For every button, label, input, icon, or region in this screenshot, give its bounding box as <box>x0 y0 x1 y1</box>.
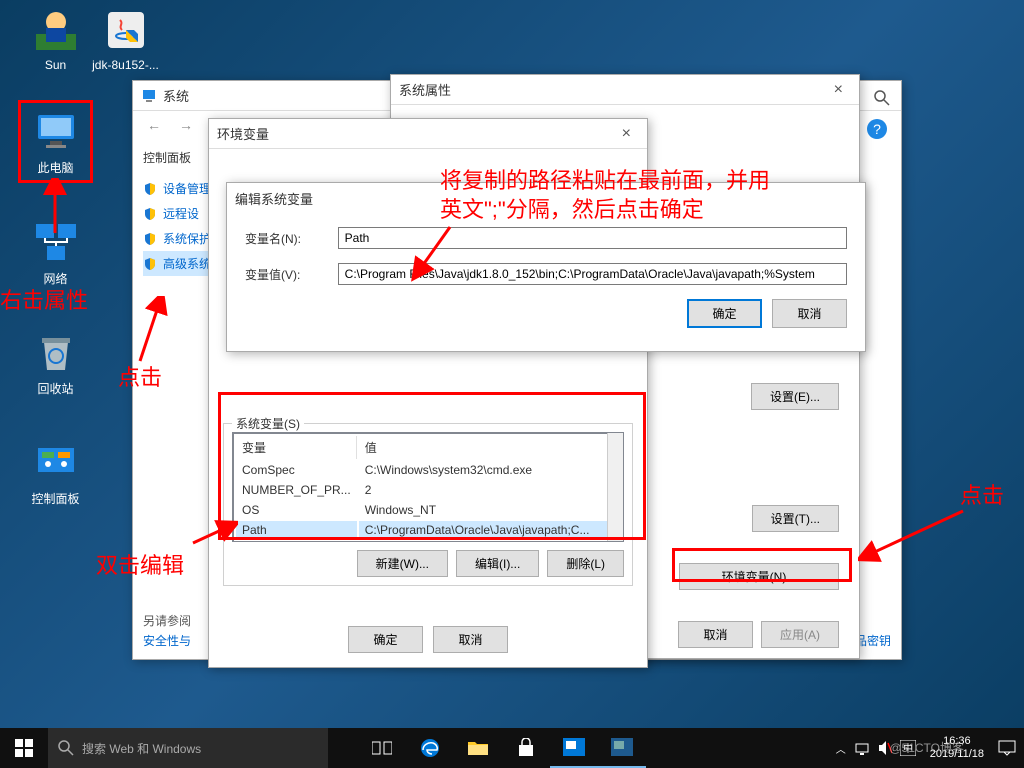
desktop-icon-label: 回收站 <box>37 382 73 396</box>
system-vars-group: 系统变量(S) 变量值 ComSpecC:\Windows\system32\c… <box>223 423 633 586</box>
start-button[interactable] <box>0 728 48 768</box>
desktop-icon-recycle[interactable]: 回收站 <box>18 328 93 397</box>
shield-icon <box>143 182 157 196</box>
settings-t-button[interactable]: 设置(T)... <box>752 505 839 532</box>
desktop-icon-network[interactable]: 网络 <box>18 218 93 287</box>
desktop-icon-label: 网络 <box>43 272 67 286</box>
desktop-icon-label: jdk-8u152-... <box>92 58 159 72</box>
forward-arrow-icon[interactable]: → <box>173 115 199 135</box>
app-button-2[interactable] <box>598 728 646 768</box>
table-row[interactable]: OSWindows_NT <box>236 501 620 519</box>
taskbar: 搜索 Web 和 Windows ︿ 中 16:36 2019/11/18 <box>0 728 1024 768</box>
new-var-button[interactable]: 新建(W)... <box>357 550 448 577</box>
windows-icon <box>15 739 33 757</box>
system-icon <box>141 88 157 104</box>
shield-icon <box>143 257 157 271</box>
settings-e-button[interactable]: 设置(E)... <box>751 383 839 410</box>
edit-var-title: 编辑系统变量 <box>235 189 313 208</box>
app-button[interactable] <box>550 728 598 768</box>
table-row-path[interactable]: PathC:\ProgramData\Oracle\Java\javapath;… <box>236 521 620 539</box>
desktop-icon-control-panel[interactable]: 控制面板 <box>18 438 93 507</box>
task-view-button[interactable] <box>358 728 406 768</box>
desktop-icon-label: 控制面板 <box>31 492 79 506</box>
product-key-link[interactable]: 品密钥 <box>855 632 891 649</box>
back-arrow-icon[interactable]: ← <box>141 115 167 135</box>
edge-button[interactable] <box>406 728 454 768</box>
env-vars-button[interactable]: 环境变量(N)... <box>679 563 839 590</box>
scrollbar[interactable] <box>607 433 623 541</box>
annotation-right-click: 右击属性 <box>0 283 88 315</box>
watermark: @51CTO博客 <box>889 739 964 756</box>
table-header: 变量值 <box>236 436 620 459</box>
desktop-icon-label: 此电脑 <box>37 161 73 175</box>
env-vars-titlebar[interactable]: 环境变量 × <box>209 119 647 149</box>
taskbar-apps <box>358 728 646 768</box>
edit-var-titlebar[interactable]: 编辑系统变量 <box>227 183 865 213</box>
system-vars-table[interactable]: 变量值 ComSpecC:\Windows\system32\cmd.exe N… <box>232 432 624 542</box>
edit-var-dialog: 编辑系统变量 变量名(N): 变量值(V): 确定 取消 <box>226 182 866 352</box>
recycle-bin-icon <box>32 328 80 376</box>
close-icon[interactable]: × <box>614 125 639 143</box>
control-panel-icon <box>32 438 80 486</box>
tray-chevron-icon[interactable]: ︿ <box>836 741 846 756</box>
annotation-click2: 点击 <box>960 478 1004 510</box>
table-row[interactable]: PATHEXT.COM;.EXE;.BAT;.CMD;.VBS;.VBE;.JS… <box>236 541 620 542</box>
edit-cancel-button[interactable]: 取消 <box>772 299 847 328</box>
sys-props-apply-button: 应用(A) <box>761 621 839 648</box>
var-value-input[interactable] <box>338 263 847 285</box>
notifications-icon[interactable] <box>998 740 1016 756</box>
search-icon <box>58 740 74 756</box>
edit-ok-button[interactable]: 确定 <box>687 299 762 328</box>
delete-var-button[interactable]: 删除(L) <box>547 550 624 577</box>
shield-icon <box>143 232 157 246</box>
user-icon <box>32 6 80 54</box>
env-vars-title: 环境变量 <box>217 124 269 143</box>
computer-icon <box>32 107 80 155</box>
desktop-icon-jdk[interactable]: jdk-8u152-... <box>88 6 163 72</box>
var-name-label: 变量名(N): <box>245 230 338 247</box>
security-link[interactable]: 安全性与 <box>143 632 191 649</box>
var-name-input[interactable] <box>338 227 847 249</box>
system-window-title: 系统 <box>163 86 189 105</box>
shield-icon <box>143 207 157 221</box>
edit-var-button[interactable]: 编辑(I)... <box>456 550 539 577</box>
network-icon <box>32 218 80 266</box>
java-icon <box>102 6 150 54</box>
env-cancel-button[interactable]: 取消 <box>433 626 508 653</box>
env-ok-button[interactable]: 确定 <box>348 626 423 653</box>
store-button[interactable] <box>502 728 550 768</box>
desktop-icon-user[interactable]: Sun <box>18 6 93 72</box>
sys-props-cancel-button[interactable]: 取消 <box>678 621 753 648</box>
desktop-icon-label: Sun <box>45 58 66 72</box>
see-also-label: 另请参阅 <box>143 612 191 629</box>
close-icon[interactable]: × <box>826 81 851 99</box>
search-placeholder: 搜索 Web 和 Windows <box>82 740 201 757</box>
system-vars-label: 系统变量(S) <box>232 415 304 432</box>
network-tray-icon[interactable] <box>854 740 870 756</box>
var-value-label: 变量值(V): <box>245 266 338 283</box>
table-row[interactable]: NUMBER_OF_PR...2 <box>236 481 620 499</box>
sys-props-title: 系统属性 <box>399 80 451 99</box>
explorer-button[interactable] <box>454 728 502 768</box>
search-icon[interactable] <box>873 89 891 107</box>
help-icon[interactable]: ? <box>867 119 887 139</box>
table-row[interactable]: ComSpecC:\Windows\system32\cmd.exe <box>236 461 620 479</box>
taskbar-search[interactable]: 搜索 Web 和 Windows <box>48 728 328 768</box>
sys-props-titlebar[interactable]: 系统属性 × <box>391 75 859 105</box>
desktop-icon-this-pc[interactable]: 此电脑 <box>18 100 93 183</box>
